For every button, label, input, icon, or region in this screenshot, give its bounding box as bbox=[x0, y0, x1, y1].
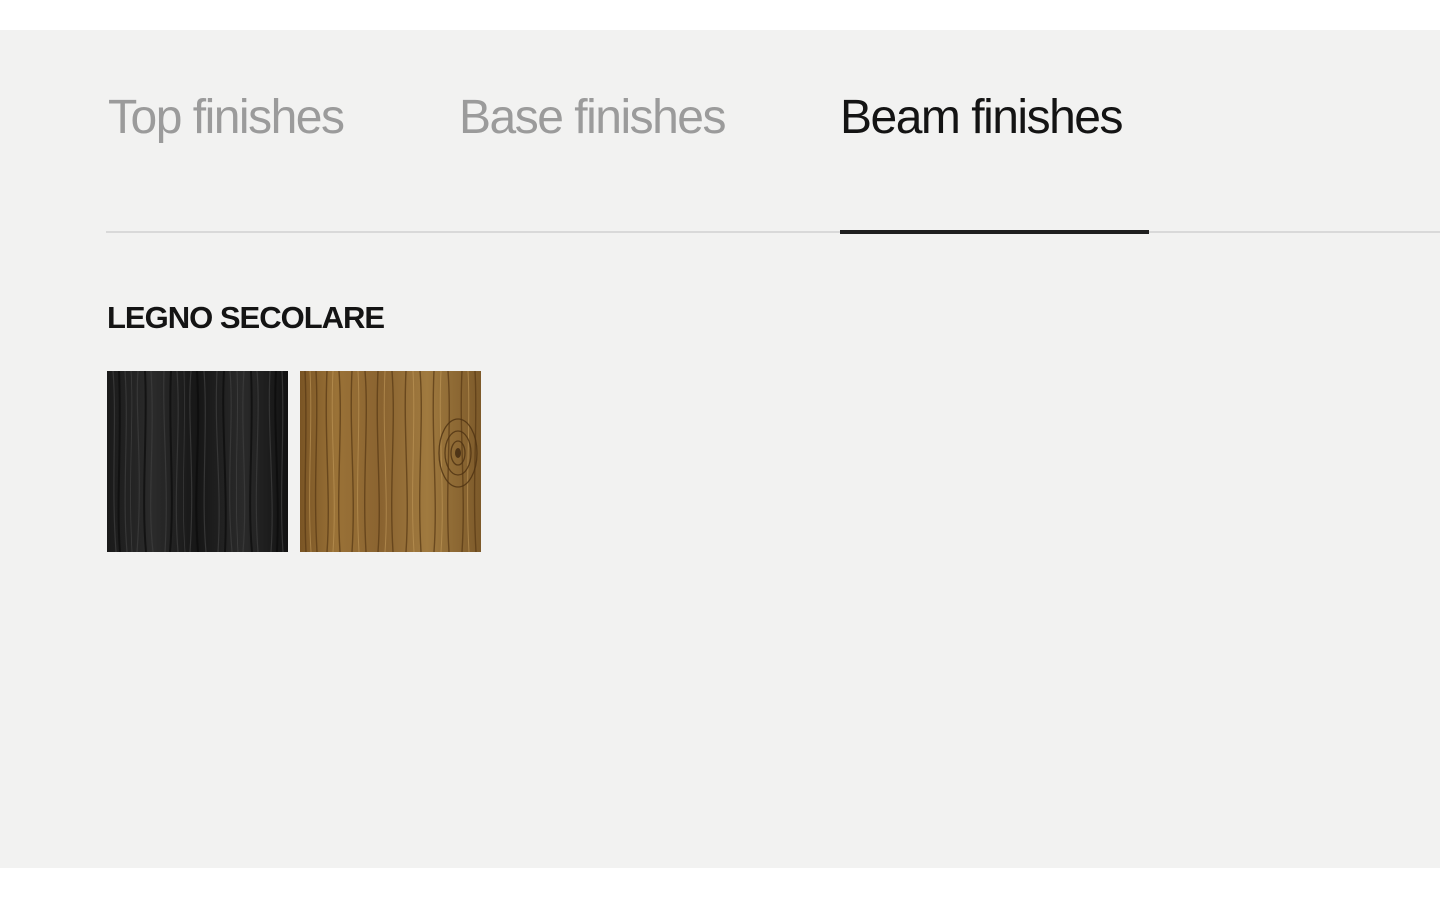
finish-tabs: Top finishes Base finishes Beam finishes bbox=[0, 30, 1440, 234]
finish-swatch-natural-oak[interactable] bbox=[300, 371, 481, 552]
tab-top-finishes[interactable]: Top finishes bbox=[108, 88, 345, 148]
finish-swatch-dark-wood[interactable] bbox=[107, 371, 288, 552]
tabs-divider bbox=[106, 231, 1440, 233]
active-tab-underline bbox=[840, 230, 1149, 234]
dark-wood-texture-icon bbox=[107, 371, 288, 552]
tab-beam-finishes[interactable]: Beam finishes bbox=[840, 88, 1123, 148]
tab-base-finishes[interactable]: Base finishes bbox=[459, 88, 727, 148]
finish-group-title: LEGNO SECOLARE bbox=[107, 300, 385, 335]
finishes-panel: Top finishes Base finishes Beam finishes… bbox=[0, 30, 1440, 868]
natural-oak-texture-icon bbox=[300, 371, 481, 552]
